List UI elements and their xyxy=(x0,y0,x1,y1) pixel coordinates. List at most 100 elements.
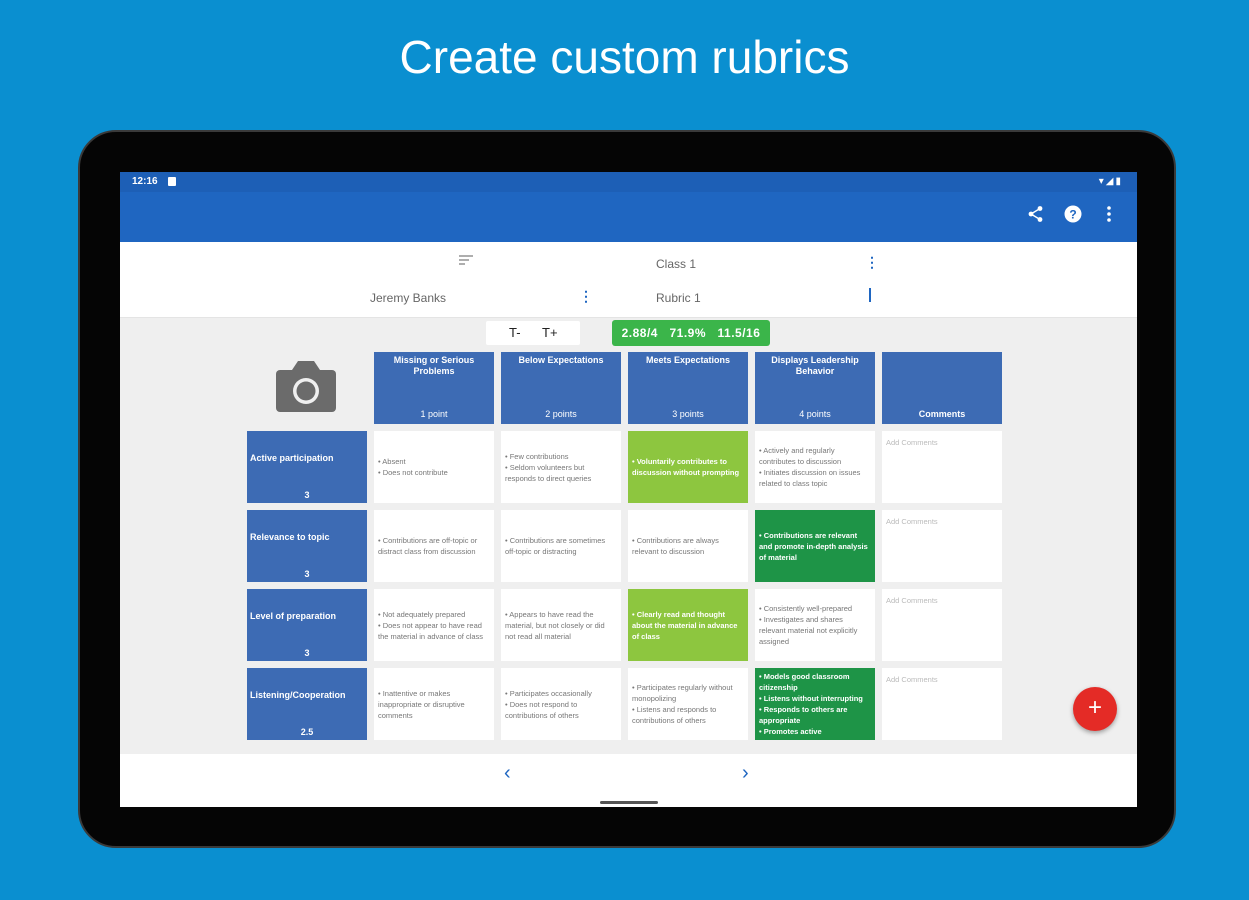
chevron-left-icon[interactable]: ‹ xyxy=(504,762,511,785)
text-decrease-button[interactable]: T- xyxy=(509,325,521,340)
rubric-cell[interactable]: • Few contributions • Seldom volunteers b… xyxy=(501,431,621,503)
cell-text: • Absent xyxy=(378,457,406,466)
gesture-handle xyxy=(600,801,658,804)
comment-field[interactable]: Add Comments xyxy=(882,510,1002,582)
rubric-cell[interactable]: • Participates occasionally • Does not re… xyxy=(501,668,621,740)
class-selector[interactable]: Class 1 xyxy=(656,257,696,271)
sort-icon[interactable] xyxy=(458,253,474,271)
column-title: Comments xyxy=(918,409,966,419)
rubric-grid-area: T- T+ 2.88/4 71.9% 11.5/16 Missing or Se… xyxy=(120,318,1137,754)
comment-field[interactable]: Add Comments xyxy=(882,589,1002,661)
column-title: Below Expectations xyxy=(518,355,604,365)
cell-text: • Clearly read and thought about the mat… xyxy=(632,609,738,641)
app-bar: ? xyxy=(120,192,1137,242)
promo-headline: Create custom rubrics xyxy=(399,31,850,83)
svg-text:?: ? xyxy=(1069,208,1076,222)
rubric-cell[interactable]: • Models good classroom citizenship • Lis… xyxy=(755,668,875,740)
app-screen: 12:16 ▾◢▮ ? Class 1 ⋮ Jeremy Banks ⋮ Rub… xyxy=(120,172,1137,807)
criterion-score: 3 xyxy=(304,490,310,500)
rubric-cell[interactable]: • Consistently well-prepared • Investigat… xyxy=(755,589,875,661)
column-title: Missing or Serious Problems xyxy=(393,355,475,376)
cell-text: • Promotes active xyxy=(759,727,822,736)
column-points: 4 points xyxy=(799,409,831,419)
cell-text: • Responds to others are appropriate xyxy=(759,705,848,725)
rubric-cell[interactable]: • Voluntarily contributes to discussion … xyxy=(628,431,748,503)
row-header[interactable]: Active participation 3 xyxy=(247,431,367,503)
criterion-score: 2.5 xyxy=(300,727,314,737)
cell-text: • Actively and regularly contributes to … xyxy=(759,446,842,466)
text-size-controls: T- T+ xyxy=(486,321,580,345)
score-percent: 71.9% xyxy=(669,326,707,340)
comment-field[interactable]: Add Comments xyxy=(882,668,1002,740)
rubric-cell[interactable]: • Inattentive or makes inappropriate or … xyxy=(374,668,494,740)
rubric-cell[interactable]: • Actively and regularly contributes to … xyxy=(755,431,875,503)
rubric-header: Class 1 ⋮ Jeremy Banks ⋮ Rubric 1 xyxy=(120,242,1137,318)
cell-text: • Seldom volunteers but responds to dire… xyxy=(505,462,592,483)
column-header[interactable]: Comments xyxy=(882,352,1002,424)
system-icons: ▾◢▮ xyxy=(1098,176,1123,187)
row-header[interactable]: Level of preparation 3 xyxy=(247,589,367,661)
column-points: 1 point xyxy=(420,409,448,419)
column-header[interactable]: Meets Expectations 3 points xyxy=(628,352,748,424)
row-header[interactable]: Listening/Cooperation 2.5 xyxy=(247,668,367,740)
row-header[interactable]: Relevance to topic 3 xyxy=(247,510,367,582)
rubric-cell[interactable]: • Not adequately prepared • Does not appe… xyxy=(374,589,494,661)
help-icon[interactable]: ? xyxy=(1061,205,1085,229)
rubric-cell[interactable]: • Contributions are off-topic or distrac… xyxy=(374,510,494,582)
text-increase-button[interactable]: T+ xyxy=(542,325,558,340)
cell-text: • Not adequately prepared xyxy=(378,609,466,619)
criterion-score: 3 xyxy=(304,648,310,658)
more-vert-icon[interactable] xyxy=(1097,205,1121,229)
status-bar: 12:16 ▾◢▮ xyxy=(120,172,1137,192)
class-menu-icon[interactable]: ⋮ xyxy=(865,254,879,271)
cell-text: • Inattentive or makes inappropriate or … xyxy=(378,688,465,720)
rubric-cell[interactable]: • Contributions are always relevant to d… xyxy=(628,510,748,582)
rubric-menu-handle[interactable] xyxy=(869,288,871,302)
student-selector[interactable]: Jeremy Banks xyxy=(370,291,446,305)
add-button[interactable]: + xyxy=(1073,687,1117,731)
cell-text: • Investigates and shares relevant mater… xyxy=(759,615,858,646)
column-points: 3 points xyxy=(672,409,704,419)
cell-text: • Initiates discussion on issues related… xyxy=(759,468,861,488)
cell-text: • Models good classroom citizenship xyxy=(759,672,850,692)
cell-text: • Does not respond to contributions of o… xyxy=(505,699,579,720)
status-time: 12:16 xyxy=(132,176,158,187)
criterion-title: Relevance to topic xyxy=(250,532,330,542)
cell-text: • Participates occasionally xyxy=(505,688,592,698)
cell-text: • Contributions are always relevant to d… xyxy=(632,536,719,556)
rubric-cell[interactable]: • Appears to have read the material, but… xyxy=(501,589,621,661)
rubric-cell[interactable]: • Participates regularly without monopol… xyxy=(628,668,748,740)
rubric-selector[interactable]: Rubric 1 xyxy=(656,291,701,305)
criterion-title: Listening/Cooperation xyxy=(250,690,346,700)
rubric-cell[interactable]: • Contributions are sometimes off-topic … xyxy=(501,510,621,582)
add-icon: + xyxy=(1087,694,1102,721)
criterion-title: Level of preparation xyxy=(250,611,337,621)
column-header[interactable]: Displays Leadership Behavior 4 points xyxy=(755,352,875,424)
score-summary: 2.88/4 71.9% 11.5/16 xyxy=(612,320,770,346)
notification-icon xyxy=(168,177,176,186)
bottom-nav: ‹ › xyxy=(120,754,1137,807)
column-header[interactable]: Below Expectations 2 points xyxy=(501,352,621,424)
camera-icon[interactable] xyxy=(274,358,338,414)
cell-text: • Contributions are relevant and promote… xyxy=(759,530,868,562)
rubric-cell[interactable]: • Contributions are relevant and promote… xyxy=(755,510,875,582)
score-average: 2.88/4 xyxy=(621,326,658,340)
column-header[interactable]: Missing or Serious Problems 1 point xyxy=(374,352,494,424)
chevron-right-icon[interactable]: › xyxy=(742,762,749,785)
rubric-cell[interactable]: • Absent • Does not contribute xyxy=(374,431,494,503)
share-icon[interactable] xyxy=(1024,205,1048,229)
cell-text: • Contributions are sometimes off-topic … xyxy=(505,536,606,556)
cell-text: • Does not contribute xyxy=(378,468,448,477)
student-menu-icon[interactable]: ⋮ xyxy=(579,288,593,305)
cell-text: • Few contributions xyxy=(505,451,569,461)
cell-text: • Participates regularly without monopol… xyxy=(632,683,733,703)
cell-text: • Appears to have read the material, but… xyxy=(505,609,605,641)
rubric-cell[interactable]: • Clearly read and thought about the mat… xyxy=(628,589,748,661)
column-title: Displays Leadership Behavior xyxy=(771,355,859,376)
cell-text: • Contributions are off-topic or distrac… xyxy=(378,536,478,556)
cell-text: • Does not appear to have read the mater… xyxy=(378,620,484,641)
comment-field[interactable]: Add Comments xyxy=(882,431,1002,503)
column-title: Meets Expectations xyxy=(645,355,731,365)
criterion-title: Active participation xyxy=(250,453,334,463)
cell-text: • Listens without interrupting xyxy=(759,694,863,703)
